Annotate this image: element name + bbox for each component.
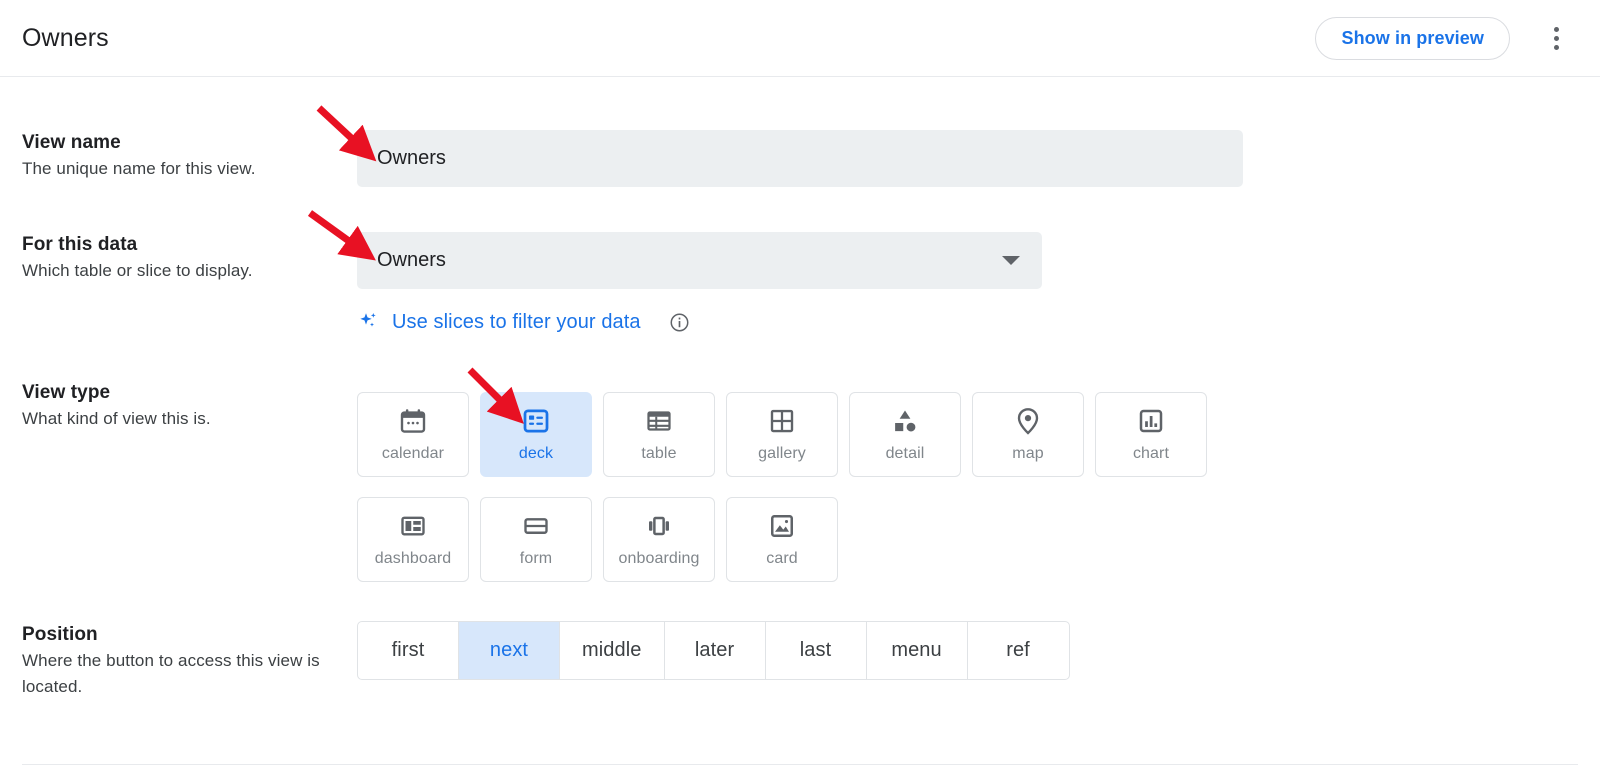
view-type-table-tile[interactable]: table: [603, 392, 715, 477]
view-name-description: The unique name for this view.: [22, 156, 342, 182]
view-type-deck-label: deck: [519, 445, 553, 463]
view-name-label-group: View name The unique name for this view.: [22, 130, 342, 182]
calendar-icon: [398, 406, 428, 436]
position-segmented-control: first next middle later last menu ref: [357, 621, 1070, 680]
view-type-chart-tile[interactable]: chart: [1095, 392, 1207, 477]
view-type-map-tile[interactable]: map: [972, 392, 1084, 477]
carousel-icon: [644, 511, 674, 541]
detail-shapes-icon: [890, 406, 920, 436]
section-divider: [22, 764, 1578, 765]
view-type-row-2: dashboard form onboarding: [357, 497, 1227, 582]
table-icon: [644, 406, 674, 436]
view-type-card-label: card: [766, 550, 798, 568]
position-option-later[interactable]: later: [665, 622, 766, 679]
bar-chart-icon: [1136, 406, 1166, 436]
for-this-data-label-group: For this data Which table or slice to di…: [22, 232, 342, 284]
view-type-detail-tile[interactable]: detail: [849, 392, 961, 477]
for-this-data-label: For this data: [22, 232, 342, 258]
view-type-gallery-tile[interactable]: gallery: [726, 392, 838, 477]
view-type-detail-label: detail: [886, 445, 925, 463]
view-type-form-tile[interactable]: form: [480, 497, 592, 582]
view-type-dashboard-tile[interactable]: dashboard: [357, 497, 469, 582]
for-this-data-description: Which table or slice to display.: [22, 258, 342, 284]
view-type-map-label: map: [1012, 445, 1043, 463]
view-type-deck-tile[interactable]: deck: [480, 392, 592, 477]
show-in-preview-button[interactable]: Show in preview: [1315, 17, 1510, 60]
map-pin-icon: [1013, 406, 1043, 436]
position-option-last[interactable]: last: [766, 622, 867, 679]
view-type-tile-grid: calendar deck: [357, 392, 1227, 602]
gallery-icon: [767, 406, 797, 436]
page-header: Owners Show in preview: [0, 0, 1600, 77]
position-description: Where the button to access this view is …: [22, 648, 342, 700]
position-option-ref[interactable]: ref: [968, 622, 1069, 679]
form-icon: [521, 511, 551, 541]
view-type-chart-label: chart: [1133, 445, 1169, 463]
use-slices-link[interactable]: Use slices to filter your data: [357, 305, 690, 339]
view-type-table-label: table: [641, 445, 676, 463]
view-type-onboarding-label: onboarding: [618, 550, 699, 568]
view-type-description: What kind of view this is.: [22, 406, 342, 432]
position-option-next[interactable]: next: [459, 622, 560, 679]
position-option-menu[interactable]: menu: [867, 622, 968, 679]
view-type-gallery-label: gallery: [758, 445, 806, 463]
view-name-label: View name: [22, 130, 342, 156]
view-type-form-label: form: [520, 550, 552, 568]
page-title: Owners: [22, 24, 109, 53]
use-slices-link-label: Use slices to filter your data: [392, 311, 641, 334]
chevron-down-icon: [1002, 256, 1020, 265]
view-type-label-group: View type What kind of view this is.: [22, 380, 342, 432]
for-this-data-value: Owners: [377, 249, 1002, 272]
view-type-row-1: calendar deck: [357, 392, 1227, 477]
info-circle-icon[interactable]: [652, 312, 690, 333]
dashboard-icon: [398, 511, 428, 541]
for-this-data-select[interactable]: Owners: [357, 232, 1042, 289]
view-type-card-tile[interactable]: card: [726, 497, 838, 582]
view-name-input[interactable]: [357, 130, 1243, 187]
view-type-dashboard-label: dashboard: [375, 550, 452, 568]
deck-icon: [521, 406, 551, 436]
view-type-calendar-label: calendar: [382, 445, 444, 463]
sparkle-icon: [357, 310, 381, 334]
view-type-onboarding-tile[interactable]: onboarding: [603, 497, 715, 582]
more-vert-icon[interactable]: [1538, 20, 1574, 56]
view-type-calendar-tile[interactable]: calendar: [357, 392, 469, 477]
position-option-first[interactable]: first: [358, 622, 459, 679]
position-label: Position: [22, 622, 342, 648]
image-card-icon: [767, 511, 797, 541]
view-type-label: View type: [22, 380, 342, 406]
position-option-middle[interactable]: middle: [560, 622, 665, 679]
position-label-group: Position Where the button to access this…: [22, 622, 342, 700]
